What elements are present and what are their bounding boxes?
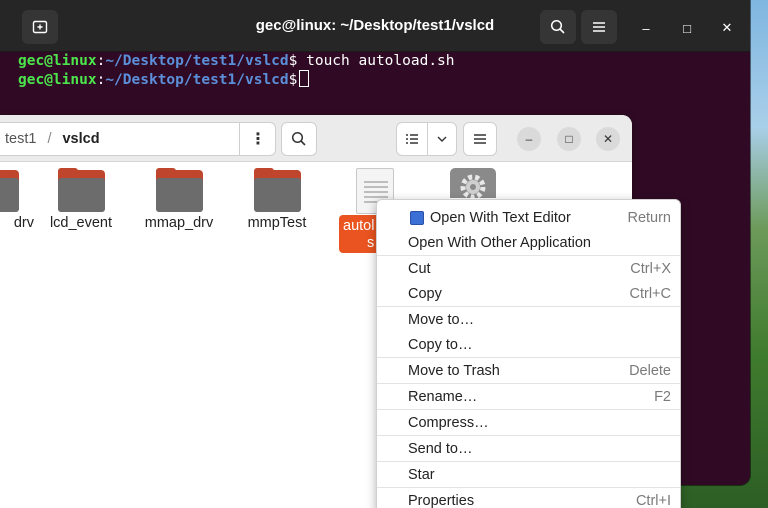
menu-item-open-with-other-application[interactable]: Open With Other Application: [377, 230, 680, 255]
menu-item-send-to[interactable]: Send to…: [377, 436, 680, 461]
terminal-line: gec@linux:~/Desktop/test1/vslcd$: [18, 70, 732, 88]
search-icon: [550, 19, 565, 34]
breadcrumb: test1 / vslcd ⋮: [0, 122, 276, 156]
search-icon: [291, 131, 306, 146]
breadcrumb-parent[interactable]: test1: [5, 131, 36, 147]
terminal-menu-button[interactable]: [581, 10, 617, 44]
text-cursor: [299, 70, 310, 87]
gear-icon[interactable]: [450, 168, 496, 198]
files-maximize-button[interactable]: □: [557, 127, 581, 151]
text-editor-icon: [410, 210, 424, 225]
menu-item-star[interactable]: Star: [377, 462, 680, 487]
list-view-icon[interactable]: [397, 123, 429, 155]
menu-item-move-to[interactable]: Move to…: [377, 307, 680, 332]
menu-item-copy-to[interactable]: Copy to…: [377, 332, 680, 357]
folder-icon: [57, 168, 105, 212]
hamburger-menu-icon: [593, 22, 605, 32]
file-manager-headerbar: test1 / vslcd ⋮ – □ ✕: [0, 115, 632, 162]
menu-item-properties[interactable]: Properties Ctrl+I: [377, 488, 680, 508]
context-menu: Open With Text Editor Return Open With O…: [376, 199, 681, 508]
files-minimize-button[interactable]: –: [517, 127, 541, 151]
menu-item-open-with-text-editor[interactable]: Open With Text Editor Return: [377, 205, 680, 230]
terminal-maximize-button[interactable]: □: [677, 18, 697, 38]
chevron-down-icon[interactable]: [428, 136, 456, 142]
terminal-minimize-button[interactable]: –: [636, 18, 656, 38]
folder-icon: [155, 168, 203, 212]
menu-item-compress[interactable]: Compress…: [377, 410, 680, 435]
files-search-button[interactable]: [281, 122, 317, 156]
menu-item-cut[interactable]: Cut Ctrl+X: [377, 256, 680, 281]
menu-item-copy[interactable]: Copy Ctrl+C: [377, 281, 680, 306]
folder-item[interactable]: mmap_drv: [134, 168, 224, 231]
menu-item-move-to-trash[interactable]: Move to Trash Delete: [377, 358, 680, 383]
terminal-output[interactable]: gec@linux:~/Desktop/test1/vslcd$ touch a…: [0, 52, 750, 88]
terminal-headerbar: gec@linux: ~/Desktop/test1/vslcd – □ ✕: [0, 0, 750, 52]
breadcrumb-separator: /: [47, 131, 52, 147]
terminal-close-button[interactable]: ✕: [717, 18, 737, 38]
folder-icon: [253, 168, 301, 212]
folder-item[interactable]: mmpTest: [232, 168, 322, 231]
files-menu-button[interactable]: [463, 122, 497, 156]
path-more-button[interactable]: ⋮: [239, 123, 276, 155]
hamburger-menu-icon: [474, 134, 486, 144]
files-close-button[interactable]: ✕: [596, 127, 620, 151]
terminal-line: gec@linux:~/Desktop/test1/vslcd$ touch a…: [18, 53, 455, 69]
folder-icon: [0, 168, 19, 212]
folder-item[interactable]: lcd_event: [36, 168, 126, 231]
view-toggle-button[interactable]: [396, 122, 457, 156]
breadcrumb-current[interactable]: vslcd: [62, 131, 99, 147]
menu-item-rename[interactable]: Rename… F2: [377, 384, 680, 409]
terminal-search-button[interactable]: [540, 10, 576, 44]
